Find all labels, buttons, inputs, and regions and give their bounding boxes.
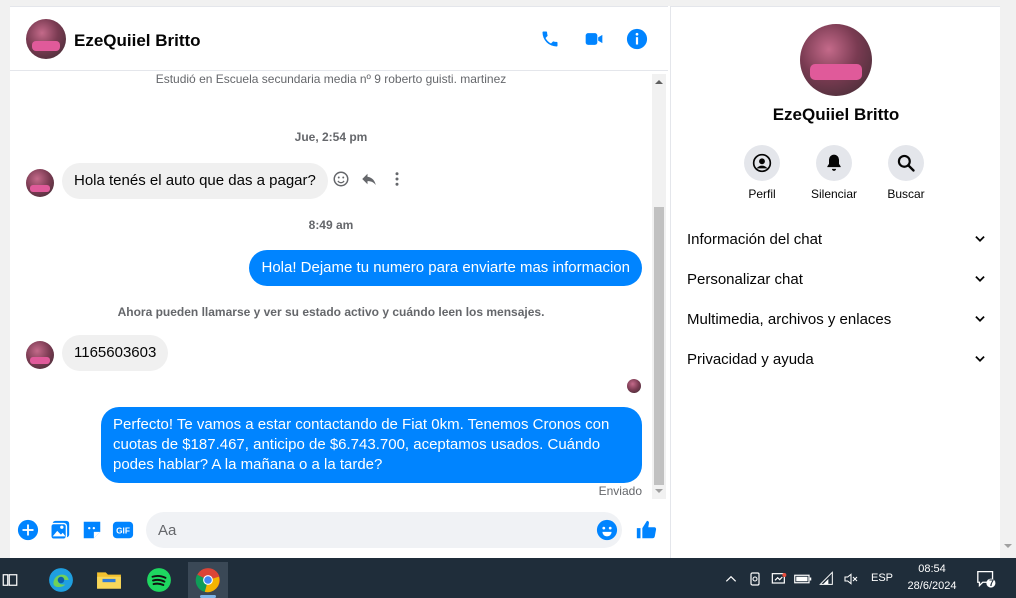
plus-icon[interactable] (17, 519, 39, 541)
page-scrollbar[interactable] (1000, 6, 1016, 558)
message-composer: GIF (10, 507, 668, 559)
tray-device-icon[interactable] (746, 570, 764, 588)
message-list[interactable]: Estudió en Escuela secundaria media nº 9… (10, 72, 652, 502)
search-label: Buscar (887, 187, 925, 201)
contact-name[interactable]: EzeQuiiel Britto (74, 31, 201, 51)
tray-meet-icon[interactable] (770, 570, 788, 588)
chevron-down-icon (975, 276, 985, 282)
scroll-down-icon[interactable] (655, 487, 663, 495)
info-icon[interactable] (625, 27, 649, 51)
message-actions (332, 170, 406, 188)
more-options-icon[interactable] (388, 170, 406, 188)
spotify-icon[interactable] (139, 562, 179, 598)
message-input-wrapper[interactable] (146, 512, 622, 548)
section-customize-chat[interactable]: Personalizar chat (687, 263, 987, 295)
reply-icon[interactable] (360, 170, 378, 188)
section-label: Información del chat (687, 230, 823, 248)
language-indicator[interactable]: ESP (871, 572, 893, 584)
chat-header: EzeQuiiel Britto (10, 7, 668, 71)
seen-indicator-avatar (627, 379, 641, 393)
sender-avatar[interactable] (26, 341, 54, 369)
info-contact-name: EzeQuiiel Britto (772, 105, 900, 124)
react-icon[interactable] (332, 170, 350, 188)
left-scrollbar[interactable] (0, 6, 10, 558)
search-button[interactable]: Buscar (870, 145, 942, 201)
message-incoming[interactable]: 1165603603 (62, 335, 169, 371)
activity-notice: Ahora pueden llamarse y ver su estado ac… (117, 305, 545, 319)
chevron-down-icon (975, 356, 985, 362)
message-outgoing[interactable]: Perfecto! Te vamos a estar contactando d… (101, 407, 642, 483)
chat-scrollbar-thumb[interactable] (654, 207, 664, 485)
tray-chevron-up-icon[interactable] (722, 570, 740, 588)
tray-wifi-icon[interactable] (818, 570, 836, 588)
gif-icon[interactable]: GIF (112, 519, 134, 541)
file-explorer-icon[interactable] (89, 562, 129, 598)
chevron-down-icon (975, 316, 985, 322)
edge-icon[interactable] (41, 562, 81, 598)
sender-avatar[interactable] (26, 169, 54, 197)
bell-icon (816, 145, 852, 181)
profile-label: Perfil (748, 187, 776, 201)
tray-volume-muted-icon[interactable] (842, 570, 860, 588)
section-chat-info[interactable]: Información del chat (687, 223, 987, 255)
mute-label: Silenciar (810, 187, 858, 201)
sticker-icon[interactable] (81, 519, 103, 541)
video-icon[interactable] (582, 27, 606, 51)
emoji-icon[interactable] (596, 519, 618, 541)
scroll-up-icon[interactable] (655, 78, 663, 86)
notification-center-icon[interactable]: 7 (975, 570, 997, 588)
clock-time[interactable]: 08:54 (914, 563, 950, 575)
search-icon (888, 145, 924, 181)
message-input[interactable] (158, 519, 578, 541)
timestamp-label: 8:49 am (308, 218, 354, 232)
like-icon[interactable] (635, 519, 657, 541)
screen: EzeQuiiel Britto Estudió en Escuela secu… (0, 0, 1016, 598)
info-avatar[interactable] (800, 24, 872, 96)
message-incoming[interactable]: Hola tenés el auto que das a pagar? (62, 163, 328, 199)
profile-button[interactable]: Perfil (726, 145, 798, 201)
section-label: Privacidad y ayuda (687, 350, 814, 368)
timestamp-label: Jue, 2:54 pm (294, 130, 368, 144)
tray-battery-icon[interactable] (794, 570, 812, 588)
message-outgoing[interactable]: Hola! Dejame tu numero para enviarte mas… (249, 250, 642, 286)
phone-icon[interactable] (538, 27, 562, 51)
profile-info-line: Estudió en Escuela secundaria media nº 9… (155, 72, 507, 86)
mute-button[interactable]: Silenciar (798, 145, 870, 201)
section-privacy-help[interactable]: Privacidad y ayuda (687, 343, 987, 375)
chat-panel: EzeQuiiel Britto Estudió en Escuela secu… (10, 6, 668, 558)
page-scroll-down-icon[interactable] (1004, 542, 1012, 550)
section-media-files[interactable]: Multimedia, archivos y enlaces (687, 303, 987, 335)
windows-taskbar: ESP 08:54 28/6/2024 7 (0, 558, 1016, 598)
notification-count: 7 (989, 578, 995, 588)
chrome-icon[interactable] (188, 562, 228, 598)
section-label: Multimedia, archivos y enlaces (687, 310, 892, 328)
section-label: Personalizar chat (687, 270, 803, 288)
chevron-down-icon (975, 236, 985, 242)
conversation-info-panel: EzeQuiiel Britto Perfil Silenciar Buscar… (670, 6, 1000, 558)
task-view-icon[interactable] (0, 562, 30, 598)
contact-avatar[interactable] (26, 19, 66, 59)
clock-date[interactable]: 28/6/2024 (900, 580, 964, 592)
image-icon[interactable] (49, 519, 71, 541)
sent-status: Enviado (598, 484, 642, 498)
svg-text:GIF: GIF (116, 527, 130, 536)
profile-icon (744, 145, 780, 181)
